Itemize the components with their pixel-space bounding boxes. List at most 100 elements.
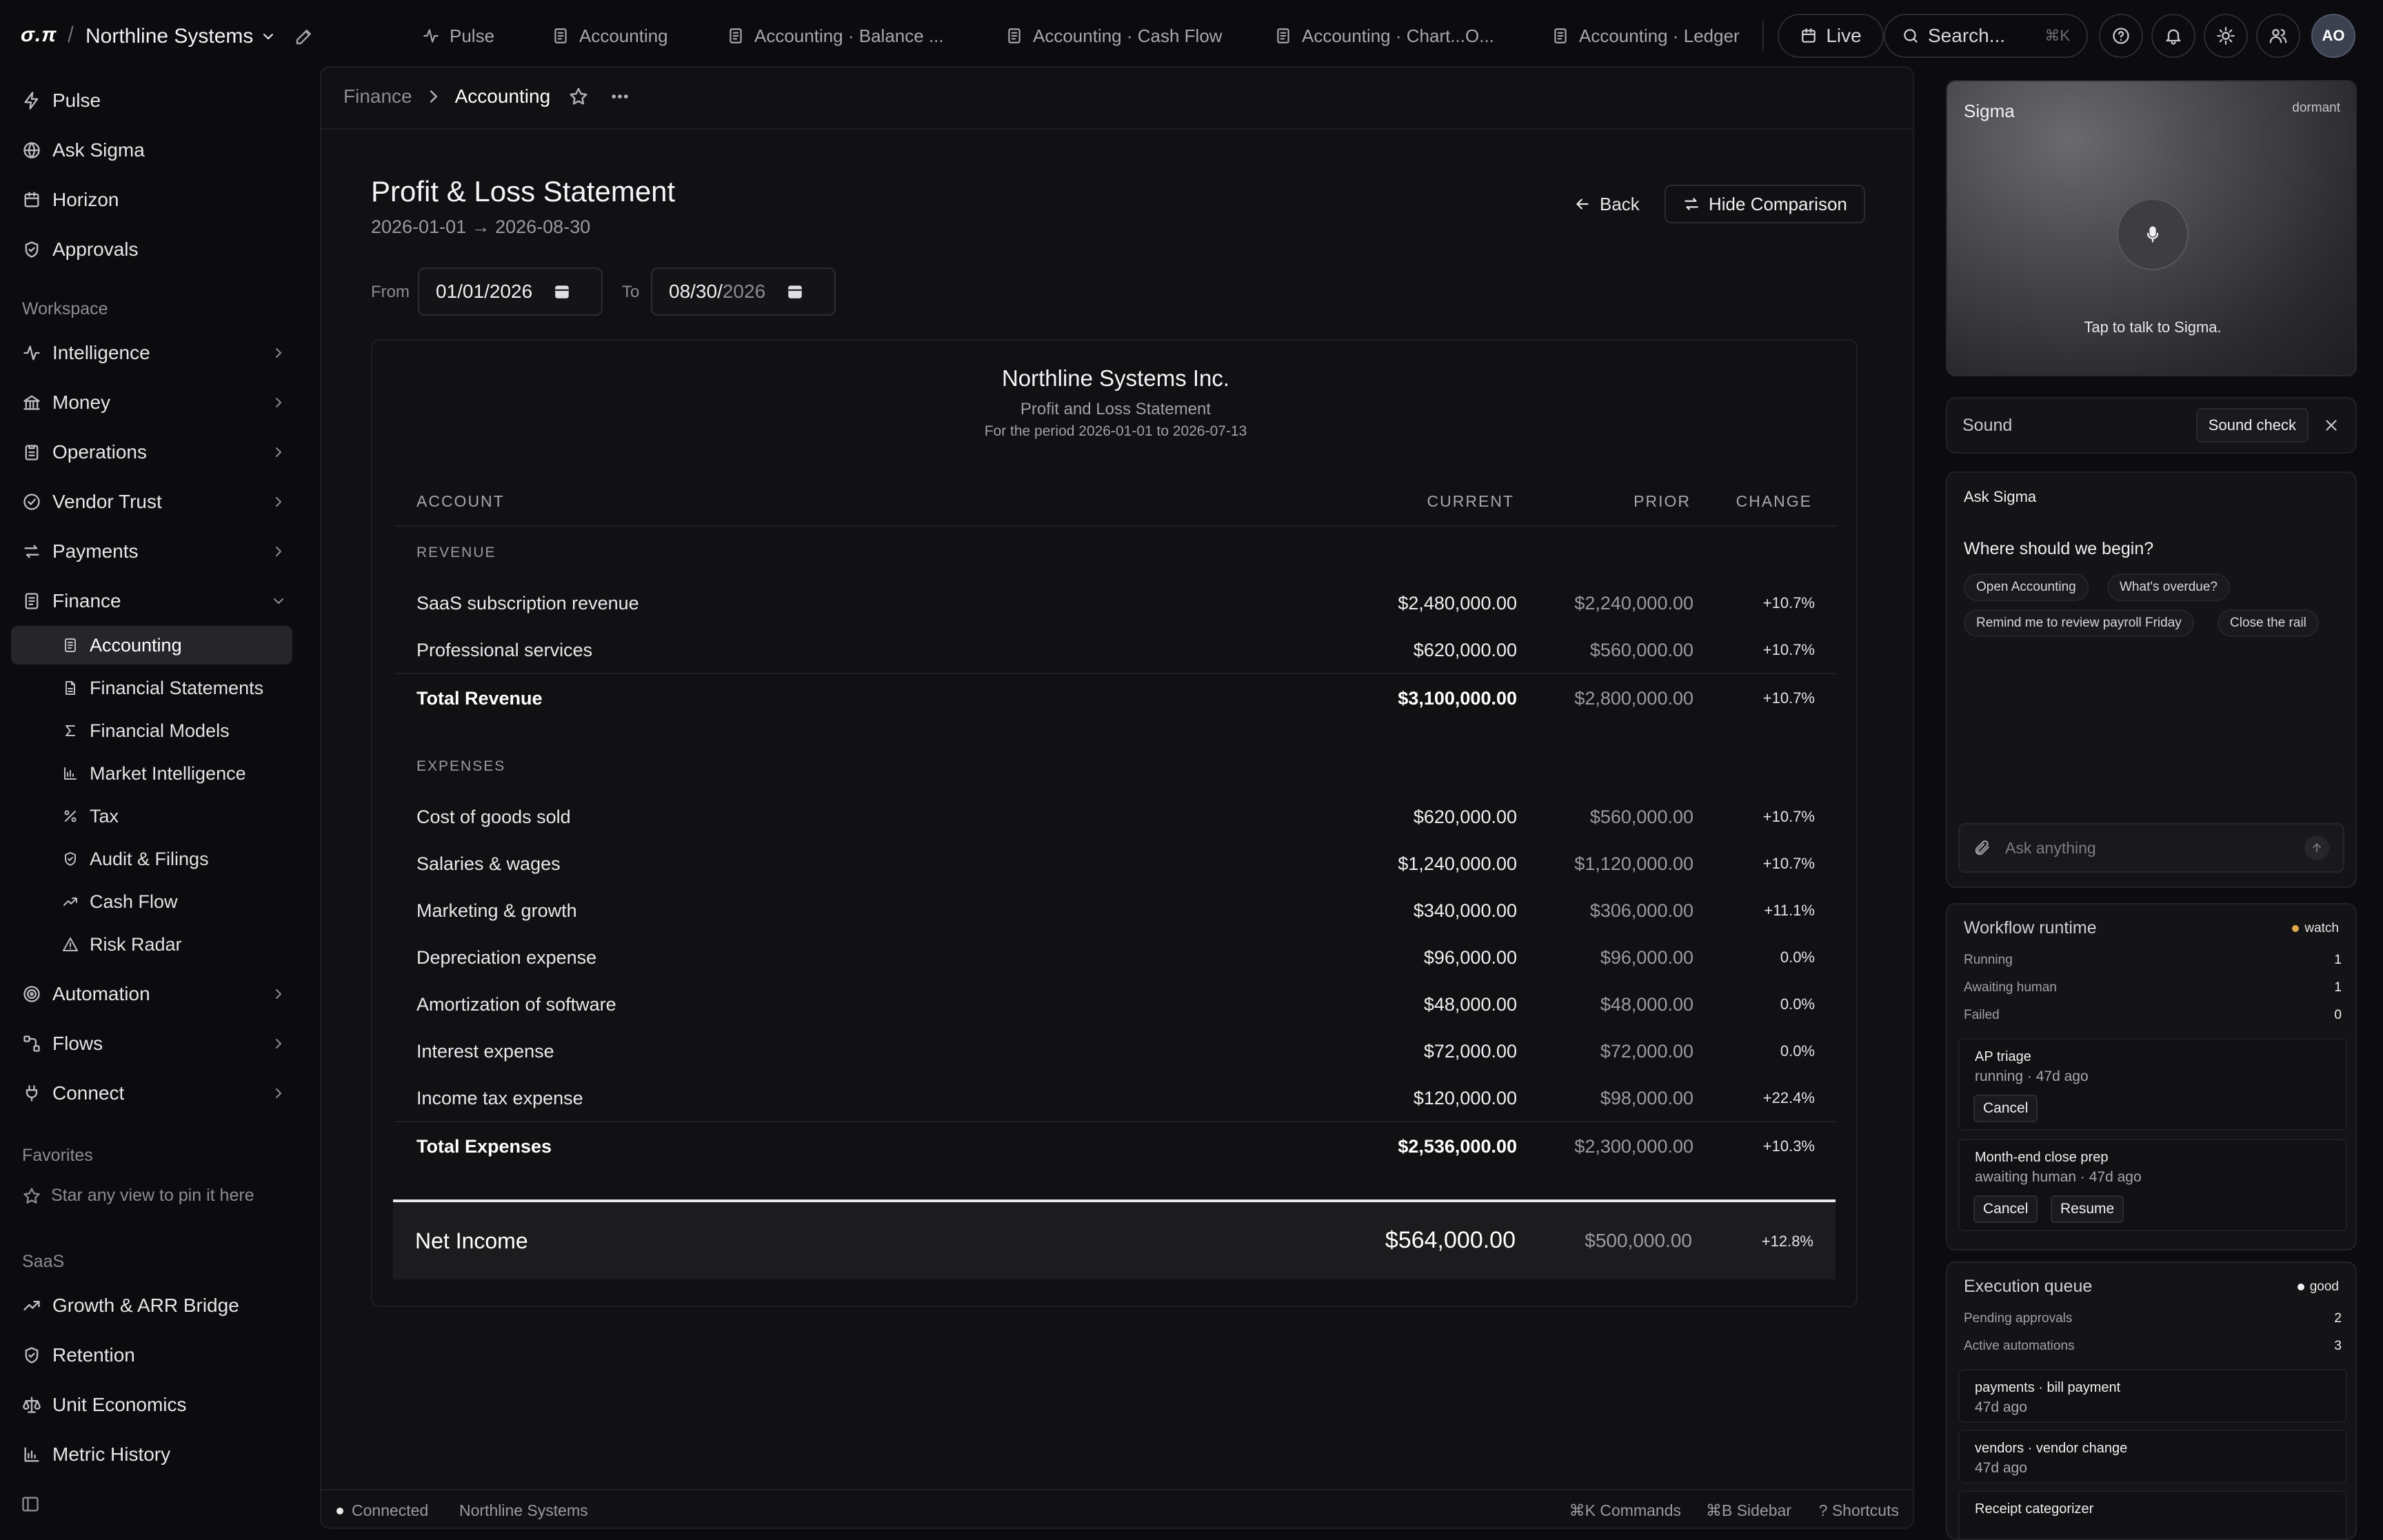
- breadcrumb-parent[interactable]: Finance: [343, 85, 412, 108]
- app-logo[interactable]: σ.π: [21, 23, 57, 47]
- notifications-button[interactable]: [2151, 14, 2195, 58]
- send-button[interactable]: [2304, 835, 2329, 860]
- sidebar-item-unit-economics[interactable]: Unit Economics: [11, 1384, 294, 1426]
- sidebar-item-pulse[interactable]: Pulse: [11, 80, 294, 121]
- current-value: $2,536,000.00: [1398, 1136, 1517, 1157]
- back-label: Back: [1600, 193, 1640, 214]
- change-value: +22.4%: [1762, 1089, 1815, 1106]
- sidebar-item-money[interactable]: Money: [11, 382, 294, 423]
- help-button[interactable]: [2099, 14, 2143, 58]
- sidebar-subitem-financial-models[interactable]: Financial Models: [11, 711, 292, 750]
- sidebar-item-growth-arr-bridge[interactable]: Growth & ARR Bridge: [11, 1285, 294, 1326]
- sidebar-item-retention[interactable]: Retention: [11, 1335, 294, 1376]
- theme-toggle[interactable]: [2204, 14, 2248, 58]
- sidebar-item-finance[interactable]: Finance: [11, 580, 294, 622]
- company-name: Northline Systems Inc.: [1001, 365, 1230, 391]
- compose-button[interactable]: [294, 26, 314, 47]
- sigma-icon: [66, 725, 75, 736]
- target-icon: [23, 986, 40, 1002]
- suggestion-chip[interactable]: What's overdue?: [2107, 574, 2230, 601]
- sidebar-item-horizon[interactable]: Horizon: [11, 179, 294, 221]
- sidebar-item-ask-sigma[interactable]: Ask Sigma: [11, 130, 294, 171]
- sidebar-item-label: Ask Sigma: [52, 139, 145, 161]
- sidebar-item-label: Growth & ARR Bridge: [52, 1295, 239, 1316]
- ask-sigma-panel: Ask Sigma Where should we begin? Open Ac…: [1946, 472, 2357, 888]
- tab-label: Accounting · Cash Flow: [1033, 25, 1223, 46]
- sidebar-item-label: Risk Radar: [90, 933, 182, 955]
- hide-comparison-button[interactable]: Hide Comparison: [1665, 185, 1865, 223]
- account-name: Professional services: [416, 640, 593, 660]
- ask-input[interactable]: Ask anything: [1958, 823, 2344, 873]
- tab-accounting-cash-flow[interactable]: Accounting · Cash Flow: [1005, 21, 1223, 51]
- org-switcher[interactable]: Northline Systems: [86, 25, 276, 48]
- sidebar-subitem-market-intelligence[interactable]: Market Intelligence: [11, 754, 292, 793]
- star-icon[interactable]: [568, 86, 589, 107]
- commands-shortcut[interactable]: ⌘K Commands: [1569, 1501, 1681, 1520]
- sidebar-subitem-audit-filings[interactable]: Audit & Filings: [11, 840, 292, 878]
- section-label-saas: SaaS: [22, 1252, 65, 1271]
- tab-accounting-ledger[interactable]: Accounting · Ledger: [1551, 21, 1740, 51]
- sidebar-item-label: Intelligence: [52, 342, 150, 363]
- chevron-right-icon: [276, 547, 281, 556]
- sidebar-item-operations[interactable]: Operations: [11, 432, 294, 473]
- from-date-input[interactable]: 01/01/2026: [418, 267, 603, 316]
- search-input[interactable]: Search... ⌘K: [1884, 14, 2088, 58]
- sidebar-subitem-accounting[interactable]: Accounting: [11, 626, 292, 665]
- sidebar-toggle-button[interactable]: [21, 1495, 40, 1514]
- sidebar-item-label: Vendor Trust: [52, 491, 162, 512]
- queue-item[interactable]: payments · bill payment 47d ago: [1958, 1369, 2347, 1423]
- tab-label: Accounting: [579, 25, 668, 46]
- queue-item[interactable]: vendors · vendor change 47d ago: [1958, 1430, 2347, 1483]
- chevron-right-icon: [276, 497, 281, 507]
- live-button[interactable]: Live: [1778, 14, 1884, 58]
- sidebar-shortcut[interactable]: ⌘B Sidebar: [1706, 1501, 1791, 1520]
- sidebar-item-connect[interactable]: Connect: [11, 1073, 294, 1114]
- suggestion-chip[interactable]: Remind me to review payroll Friday: [1964, 609, 2194, 637]
- tab-pulse[interactable]: Pulse: [422, 21, 494, 51]
- paperclip-icon[interactable]: [1973, 839, 1991, 857]
- status-badge-label: watch: [2304, 921, 2339, 935]
- cancel-button[interactable]: Cancel: [1973, 1195, 2038, 1223]
- sidebar-item-automation[interactable]: Automation: [11, 973, 294, 1015]
- resume-button[interactable]: Resume: [2051, 1195, 2124, 1223]
- shortcuts-help[interactable]: ? Shortcuts: [1819, 1501, 1899, 1520]
- sidebar-subitem-tax[interactable]: Tax: [11, 797, 292, 835]
- sidebar-subitem-risk-radar[interactable]: Risk Radar: [11, 925, 292, 964]
- tab-accounting[interactable]: Accounting: [552, 21, 668, 51]
- trend-icon: [23, 1301, 40, 1310]
- close-icon[interactable]: [2322, 416, 2340, 434]
- cancel-button[interactable]: Cancel: [1973, 1095, 2038, 1122]
- microphone-button[interactable]: [2117, 199, 2189, 270]
- sidebar-item-label: Market Intelligence: [90, 762, 246, 784]
- prior-value: $1,120,000.00: [1574, 853, 1693, 874]
- sidebar-subitem-financial-statements[interactable]: Financial Statements: [11, 669, 292, 707]
- suggestion-chip[interactable]: Close the rail: [2218, 609, 2319, 637]
- sidebar-item-vendor-trust[interactable]: Vendor Trust: [11, 481, 294, 523]
- avatar[interactable]: AO: [2311, 14, 2355, 58]
- back-button[interactable]: Back: [1562, 185, 1651, 223]
- sidebar-item-approvals[interactable]: Approvals: [11, 229, 294, 270]
- sidebar-item-metric-history[interactable]: Metric History: [11, 1434, 294, 1475]
- sidebar-item-intelligence[interactable]: Intelligence: [11, 332, 294, 374]
- workflow-runtime-panel: Workflow runtime watch Running 1 Awaiting…: [1946, 903, 2357, 1250]
- tab-accounting-chart-of-accounts[interactable]: Accounting · Chart...O...: [1274, 21, 1494, 51]
- more-options-icon[interactable]: [610, 86, 630, 107]
- arrow-up-icon: [2313, 843, 2321, 853]
- voice-panel[interactable]: Sigma dormant Tap to talk to Sigma.: [1946, 80, 2357, 376]
- suggestion-chip[interactable]: Open Accounting: [1964, 574, 2089, 601]
- document-icon: [1554, 28, 1567, 43]
- sidebar-item-label: Automation: [52, 983, 150, 1004]
- tab-accounting-balance[interactable]: Accounting · Balance ...: [727, 21, 944, 51]
- sidebar-item-label: Flows: [52, 1033, 103, 1054]
- to-label: To: [622, 283, 640, 301]
- document-icon: [25, 593, 39, 609]
- sidebar-item-flows[interactable]: Flows: [11, 1023, 294, 1064]
- sidebar-item-label: Finance: [52, 590, 121, 611]
- sidebar-item-payments[interactable]: Payments: [11, 531, 294, 572]
- team-button[interactable]: [2256, 14, 2300, 58]
- queue-item[interactable]: Receipt categorizer: [1958, 1490, 2347, 1539]
- sound-check-button[interactable]: Sound check: [2195, 408, 2309, 443]
- ask-title: Ask Sigma: [1964, 488, 2037, 505]
- sidebar-subitem-cash-flow[interactable]: Cash Flow: [11, 882, 292, 921]
- to-date-input[interactable]: 08/30/2026: [651, 267, 836, 316]
